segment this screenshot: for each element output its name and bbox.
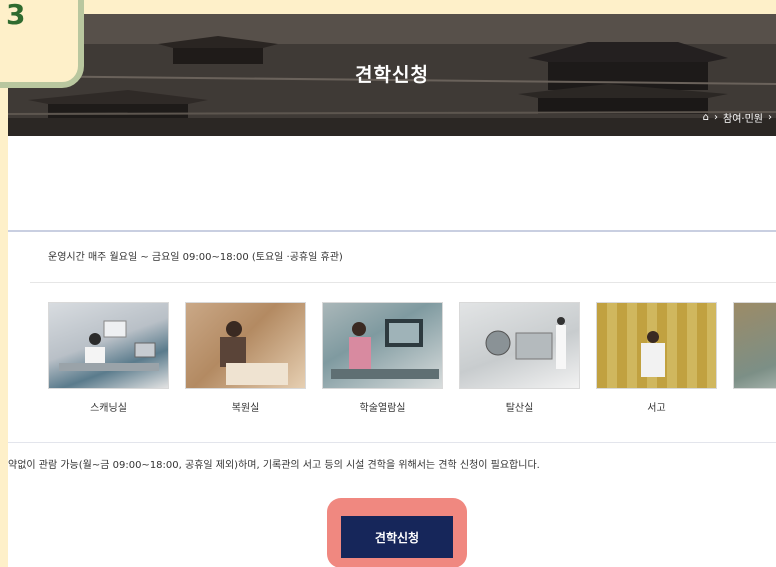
divider	[30, 282, 776, 283]
room-label: 학술열람실	[359, 403, 406, 414]
restoration-room-photo	[185, 302, 306, 389]
step-badge: 3	[0, 0, 84, 88]
deacidification-room-photo	[459, 302, 580, 389]
room-card	[733, 302, 776, 414]
room-label: 서고	[647, 403, 666, 414]
page: 견학신청 ⌂ › 참여·민원 › 운영시간 매주 월요일 ~ 금요일 09:00…	[8, 14, 776, 567]
page-title: 견학신청	[355, 64, 429, 86]
apply-button-highlight: 견학신청	[327, 498, 467, 567]
home-icon[interactable]: ⌂	[703, 112, 709, 123]
facility-info-box: 운영시간 매주 월요일 ~ 금요일 09:00~18:00 (토요일 ·공휴일 …	[8, 230, 776, 443]
apply-tour-button[interactable]: 견학신청	[341, 516, 453, 558]
exhibition-room-photo	[733, 302, 776, 389]
room-card: 학술열람실	[322, 302, 443, 414]
hero-banner: 견학신청 ⌂ › 참여·민원 ›	[8, 14, 776, 136]
room-gallery: 스캐닝실 복원실 학술열람실 탈산실 서고	[48, 302, 776, 414]
room-card: 복원실	[185, 302, 306, 414]
operating-hours: 운영시간 매주 월요일 ~ 금요일 09:00~18:00 (토요일 ·공휴일 …	[48, 252, 343, 263]
room-card: 서고	[596, 302, 717, 414]
room-label: 복원실	[231, 403, 260, 414]
archive-stack-photo	[596, 302, 717, 389]
room-label: 스캐닝실	[90, 403, 127, 414]
room-card: 탈산실	[459, 302, 580, 414]
breadcrumb: ⌂ › 참여·민원 ›	[703, 110, 772, 125]
room-card: 스캐닝실	[48, 302, 169, 414]
chevron-right-icon: ›	[768, 112, 772, 123]
scanning-room-photo	[48, 302, 169, 389]
visit-notice: 약없이 관람 가능(월~금 09:00~18:00, 공휴일 제외)하며, 기록…	[8, 460, 540, 471]
room-label: 탈산실	[505, 403, 534, 414]
step-number: 3	[6, 0, 26, 31]
breadcrumb-current[interactable]: 참여·민원	[723, 110, 763, 125]
chevron-right-icon: ›	[714, 112, 719, 123]
reading-room-photo	[322, 302, 443, 389]
